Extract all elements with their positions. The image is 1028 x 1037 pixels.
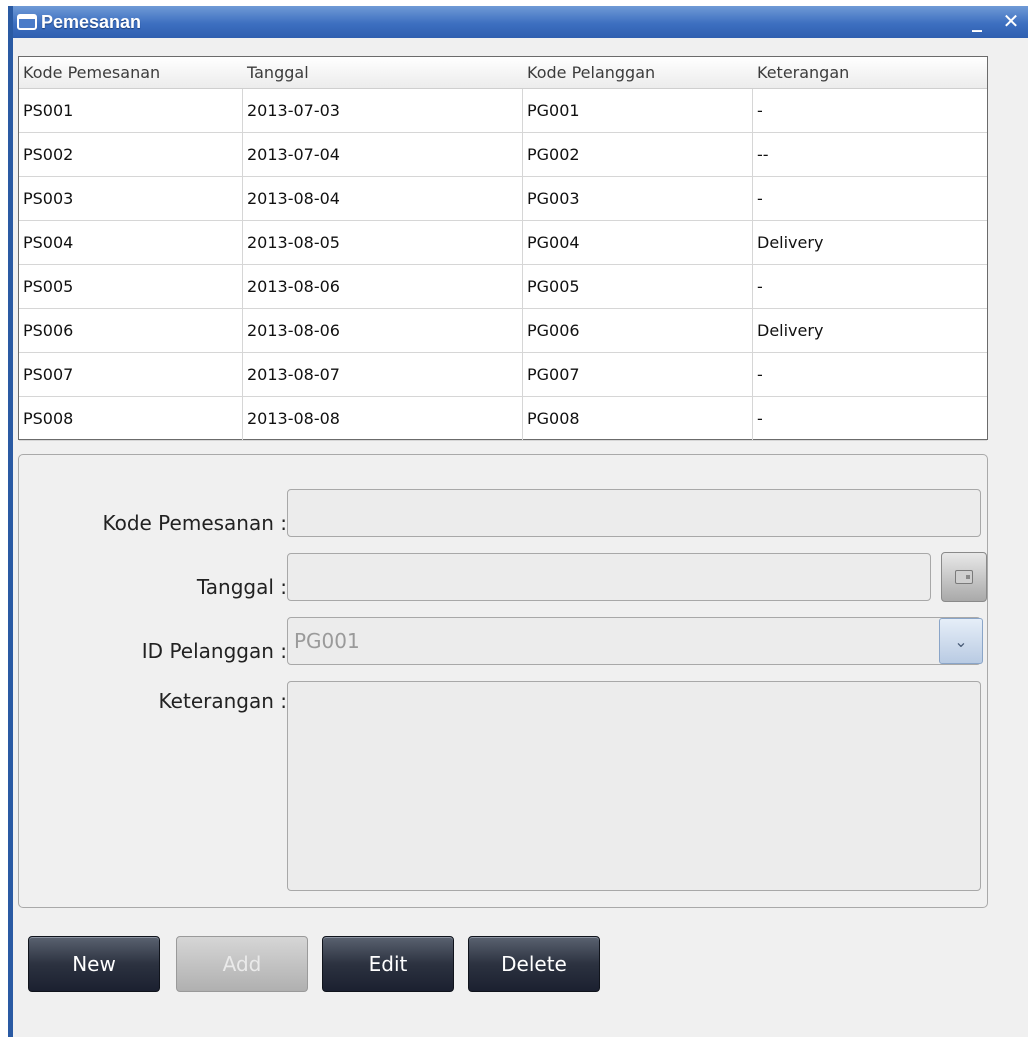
cell-keterangan: - (757, 101, 763, 120)
table-row[interactable]: PS007 2013-08-07 PG007- (19, 353, 987, 397)
cell-tanggal: 2013-08-04 (243, 177, 523, 220)
cell-kode-pemesanan: PS002 (19, 133, 243, 176)
edit-button[interactable]: Edit (322, 936, 454, 992)
cell-keterangan: - (757, 409, 763, 428)
cell-kode-pemesanan: PS004 (19, 221, 243, 264)
table-row[interactable]: PS008 2013-08-08 PG008- (19, 397, 987, 441)
cell-keterangan: Delivery (757, 233, 824, 252)
cell-kode-pelanggan: PG001 (523, 89, 753, 132)
cell-tanggal: 2013-08-06 (243, 309, 523, 352)
window-title: Pemesanan (41, 11, 142, 32)
table-header: Kode Pemesanan Tanggal Kode Pelanggan Ke… (19, 57, 987, 89)
cell-kode-pelanggan: PG005 (523, 265, 753, 308)
cell-kode-pemesanan: PS008 (19, 397, 243, 440)
cell-tanggal: 2013-08-07 (243, 353, 523, 396)
cell-kode-pelanggan: PG004 (523, 221, 753, 264)
chevron-down-icon: ⌄ (954, 631, 968, 651)
keterangan-label: Keterangan : (158, 689, 287, 713)
header-kode-pemesanan[interactable]: Kode Pemesanan (19, 57, 243, 88)
cell-tanggal: 2013-08-06 (243, 265, 523, 308)
table-row[interactable]: PS005 2013-08-06 PG005- (19, 265, 987, 309)
cell-tanggal: 2013-07-04 (243, 133, 523, 176)
header-kode-pelanggan[interactable]: Kode Pelanggan (523, 57, 753, 88)
cell-kode-pelanggan: PG008 (523, 397, 753, 440)
date-picker-button[interactable] (941, 552, 987, 602)
id-pelanggan-label: ID Pelanggan : (141, 639, 287, 663)
cell-kode-pelanggan: PG002 (523, 133, 753, 176)
table-body: PS001 2013-07-03 PG001- PS002 2013-07-04 PG00… (19, 89, 987, 441)
delete-button[interactable]: Delete (468, 936, 600, 992)
new-button[interactable]: New (28, 936, 160, 992)
table-row[interactable]: PS001 2013-07-03 PG001- (19, 89, 987, 133)
cell-keterangan: - (757, 365, 763, 384)
cell-tanggal: 2013-07-03 (243, 89, 523, 132)
dropdown-button[interactable]: ⌄ (939, 618, 983, 664)
close-button[interactable]: ✕ (1000, 8, 1022, 34)
orders-table[interactable]: Kode Pemesanan Tanggal Kode Pelanggan Ke… (18, 56, 988, 441)
cell-tanggal: 2013-08-05 (243, 221, 523, 264)
calendar-icon (955, 570, 973, 584)
cell-keterangan: Delivery (757, 321, 824, 340)
title-bar[interactable]: Pemesanan _ ✕ (13, 6, 1028, 38)
table-row[interactable]: PS003 2013-08-04 PG003- (19, 177, 987, 221)
cell-kode-pelanggan: PG007 (523, 353, 753, 396)
cell-kode-pelanggan: PG003 (523, 177, 753, 220)
add-button[interactable]: Add (176, 936, 308, 992)
minimize-button[interactable]: _ (966, 8, 988, 34)
cell-kode-pemesanan: PS007 (19, 353, 243, 396)
header-tanggal[interactable]: Tanggal (243, 57, 523, 88)
id-pelanggan-select[interactable]: PG001 (287, 617, 981, 665)
kode-pemesanan-label: Kode Pemesanan : (102, 511, 287, 535)
cell-keterangan: - (757, 277, 763, 296)
table-row[interactable]: PS006 2013-08-06 PG006 Delivery (19, 309, 987, 353)
tanggal-field[interactable] (287, 553, 931, 601)
header-keterangan[interactable]: Keterangan (753, 57, 987, 88)
cell-keterangan: -- (757, 145, 769, 164)
form-panel: Kode Pemesanan : Tanggal : ID Pelanggan … (18, 454, 988, 908)
cell-kode-pelanggan: PG006 (523, 309, 753, 352)
cell-kode-pemesanan: PS001 (19, 89, 243, 132)
kode-pemesanan-field[interactable] (287, 489, 981, 537)
cell-tanggal: 2013-08-08 (243, 397, 523, 440)
table-row[interactable]: PS004 2013-08-05 PG004 Delivery (19, 221, 987, 265)
keterangan-textarea[interactable] (287, 681, 981, 891)
tanggal-label: Tanggal : (196, 575, 287, 599)
table-row[interactable]: PS002 2013-07-04 PG002 -- (19, 133, 987, 177)
cell-kode-pemesanan: PS003 (19, 177, 243, 220)
cell-keterangan: - (757, 189, 763, 208)
window-icon (17, 14, 37, 30)
cell-kode-pemesanan: PS006 (19, 309, 243, 352)
cell-kode-pemesanan: PS005 (19, 265, 243, 308)
